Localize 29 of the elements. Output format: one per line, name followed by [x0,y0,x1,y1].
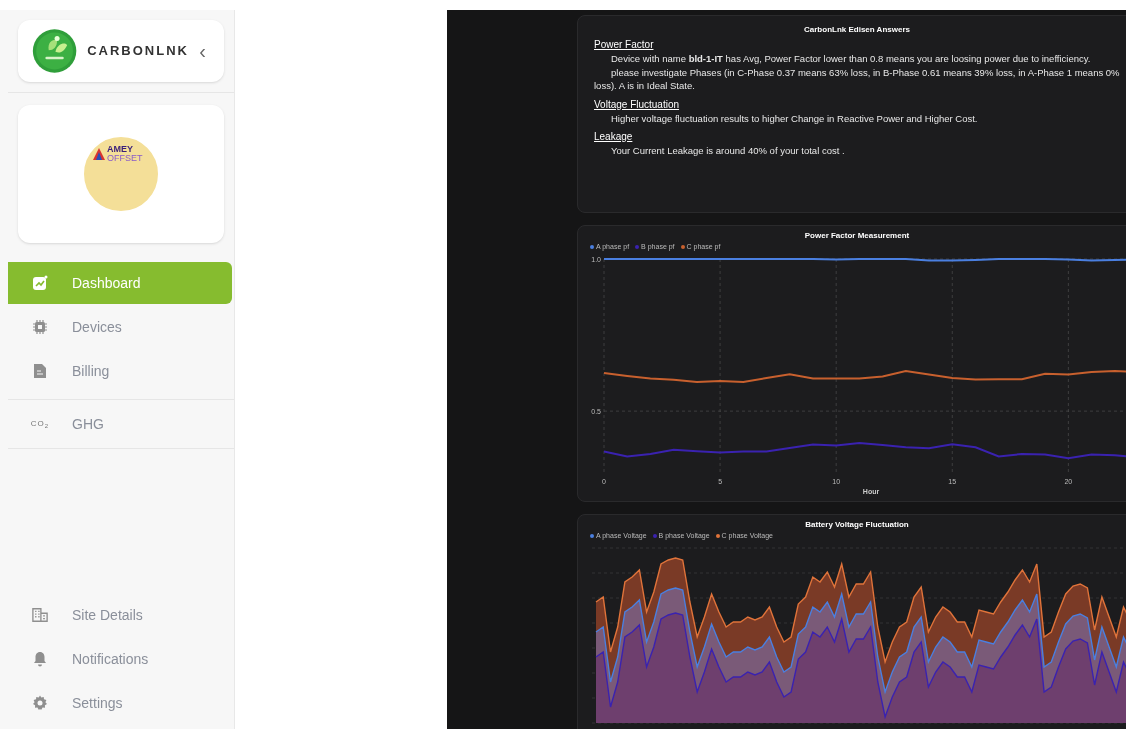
section-heading: Power Factor [594,38,655,52]
answer-text: Higher voltage fluctuation results to higher Change in Reactive Power and Higher Cost. [610,111,979,125]
nav-item[interactable]: Settings [8,682,232,724]
card-title: CarbonLnk Edisen Answers [803,24,911,36]
co2-label: CO$_{2}$ [30,418,50,430]
chart-title: Power Factor Measurement [803,230,911,242]
logo-text: OFFSET [107,154,143,163]
nav-item[interactable]: Dashboard [8,262,232,304]
section-heading: Leakage [594,130,634,144]
nav-item[interactable]: Billing [8,350,232,392]
section-heading: Voltage Fluctuation [594,97,681,112]
answer-text: please investigate Phases (in C-Phase 0.37 means 63% loss, in B-Phase 0.61 means 39% loss, in A-Phase 1 means 0% loss). A is in Ideal State. [594,65,1120,93]
nav-item[interactable]: Site Details [8,594,232,636]
collapse-button[interactable]: ‹ [194,41,210,61]
logo-text: AMEY [107,145,134,154]
answer-text: Device with name bld-1-IT has Avg, Power Factor lower than 0.8 means you are loosing power due to inefficiency. [610,52,1092,66]
brand-name: CARBONLNK [87,42,189,61]
chart-title: Battery Voltage Fluctuation [804,519,910,531]
building-icon [32,607,48,623]
nav-item[interactable]: Devices [8,306,232,348]
document-icon [33,363,47,379]
answer-text: Your Current Leakage is around 40% of your total cost . [610,144,846,158]
settings-icon [32,695,48,711]
bell-icon [32,651,48,667]
nav-item[interactable]: CO$_{2}$ GHG [8,403,232,445]
chart-icon [32,275,48,291]
triangle-logo-icon [92,147,106,161]
nav-item[interactable]: Notifications [8,638,232,680]
chip-icon [32,319,48,335]
